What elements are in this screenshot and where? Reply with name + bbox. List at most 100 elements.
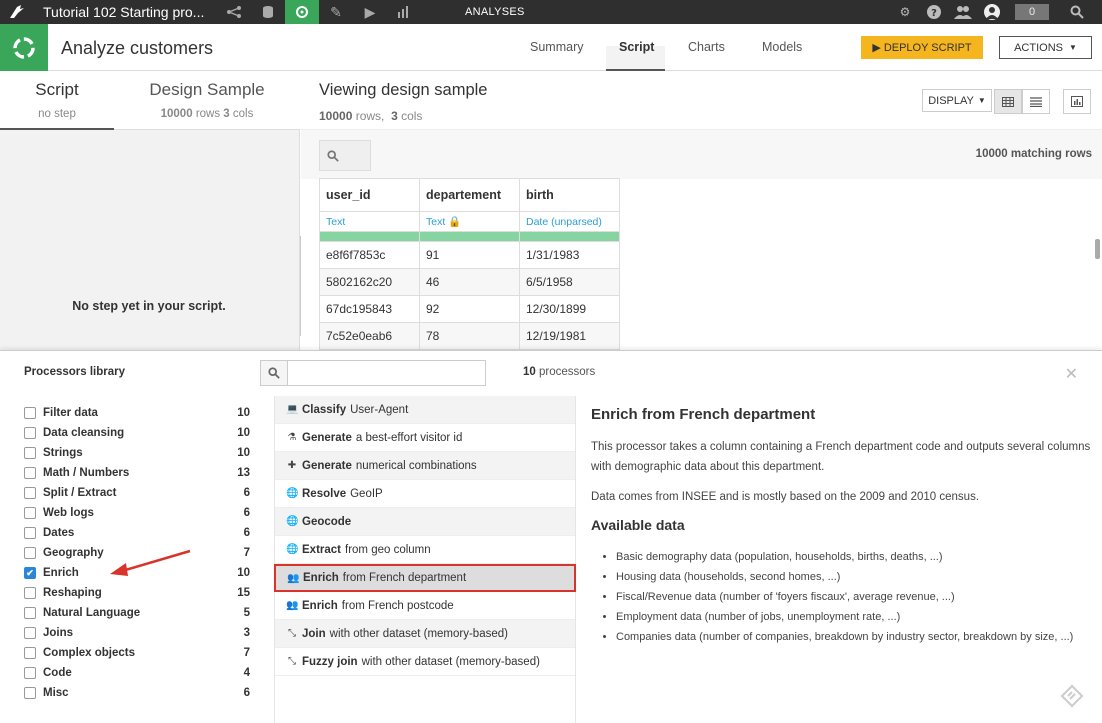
processor-item[interactable]: 👥 Enrich from French department (274, 564, 576, 592)
category-item[interactable]: Web logs 6 (24, 503, 250, 523)
table-cell[interactable]: e8f6f7853c (319, 241, 420, 269)
dashboard-bars-icon[interactable] (387, 0, 421, 24)
table-cell[interactable]: 12/30/1899 (519, 295, 620, 323)
tab-models[interactable]: Models (762, 40, 802, 54)
table-cell[interactable]: 12/19/1981 (519, 322, 620, 350)
category-item[interactable]: Data cleansing 10 (24, 423, 250, 443)
intercom-chat-icon[interactable] (1060, 684, 1084, 708)
table-cell[interactable]: 46 (419, 268, 520, 296)
category-checkbox[interactable] (24, 647, 36, 659)
processor-search-input[interactable] (288, 361, 485, 385)
category-item[interactable]: Reshaping 15 (24, 583, 250, 603)
table-cell[interactable]: 78 (419, 322, 520, 350)
category-item[interactable]: Natural Language 5 (24, 603, 250, 623)
category-checkbox[interactable] (24, 407, 36, 419)
category-checkbox[interactable] (24, 487, 36, 499)
list-view-button[interactable] (1022, 89, 1050, 114)
close-icon[interactable]: ✕ (1065, 364, 1078, 384)
category-checkbox[interactable] (24, 447, 36, 459)
processor-item[interactable]: 💻 Classify User-Agent (275, 396, 575, 424)
analyses-icon[interactable] (285, 0, 319, 24)
analysis-icon (0, 24, 48, 71)
column-meaning[interactable]: Text (319, 211, 420, 232)
processor-item[interactable]: 🌐 Resolve GeoIP (275, 480, 575, 508)
column-meaning[interactable]: Date (unparsed) (519, 211, 620, 232)
display-dropdown[interactable]: DISPLAY ▼ (922, 89, 992, 112)
processor-item[interactable]: ⤡ Fuzzy join with other dataset (memory-ba… (275, 648, 575, 676)
users-icon: 👥 (286, 600, 299, 611)
help-icon[interactable]: ? (925, 3, 943, 21)
run-play-icon[interactable]: ▶ (353, 0, 387, 24)
column-meaning[interactable]: Text 🔒 (419, 211, 520, 232)
tab-summary[interactable]: Summary (530, 40, 583, 54)
category-checkbox[interactable] (24, 527, 36, 539)
actions-button[interactable]: ACTIONS ▼ (999, 36, 1092, 59)
notebook-edit-icon[interactable]: ✎ (319, 0, 353, 24)
category-checkbox[interactable] (24, 547, 36, 559)
category-checkbox[interactable] (24, 587, 36, 599)
table-cell[interactable]: 67dc195843 (319, 295, 420, 323)
processor-item[interactable]: ⚗ Generate a best-effort visitor id (275, 424, 575, 452)
category-item[interactable]: Joins 3 (24, 623, 250, 643)
column-header[interactable]: departement (419, 178, 520, 212)
category-item[interactable]: Dates 6 (24, 523, 250, 543)
tab-charts[interactable]: Charts (688, 40, 725, 54)
category-item[interactable]: Filter data 10 (24, 403, 250, 423)
column-header[interactable]: birth (519, 178, 620, 212)
annotation-arrow-icon (110, 549, 191, 576)
processor-item[interactable]: 👥 Enrich from French postcode (275, 592, 575, 620)
vertical-scrollbar[interactable] (1095, 239, 1100, 259)
processor-item[interactable]: 🌐 Geocode (275, 508, 575, 536)
processor-description: Enrich from French department This proce… (591, 406, 1091, 647)
category-checkbox[interactable] (24, 667, 36, 679)
table-view-button[interactable] (994, 89, 1022, 114)
category-checkbox[interactable] (24, 507, 36, 519)
gear-icon[interactable]: ⚙ (896, 3, 914, 21)
users-icon[interactable] (954, 3, 972, 21)
category-item[interactable]: Complex objects 7 (24, 643, 250, 663)
table-search-button[interactable] (319, 140, 371, 171)
tab-script[interactable]: Script (619, 40, 654, 54)
flow-icon[interactable] (217, 0, 251, 24)
category-item[interactable]: Math / Numbers 13 (24, 463, 250, 483)
avatar[interactable] (983, 3, 1001, 21)
processor-label: from geo column (345, 543, 431, 556)
category-item[interactable]: Split / Extract 6 (24, 483, 250, 503)
table-cell[interactable]: 5802162c20 (319, 268, 420, 296)
processor-item[interactable]: ⤡ Join with other dataset (memory-based) (275, 620, 575, 648)
category-count: 10 (237, 447, 250, 459)
category-label: Filter data (43, 407, 98, 419)
project-name[interactable]: Tutorial 102 Starting pro... (43, 4, 204, 20)
processor-item[interactable]: ✚ Generate numerical combinations (275, 452, 575, 480)
category-item[interactable]: Code 4 (24, 663, 250, 683)
category-label: Natural Language (43, 607, 141, 619)
category-checkbox[interactable] (24, 467, 36, 479)
charts-view-button[interactable] (1063, 89, 1091, 114)
category-item[interactable]: Misc 6 (24, 683, 250, 703)
table-cell[interactable]: 1/31/1983 (519, 241, 620, 269)
plus-icon: ✚ (287, 460, 297, 471)
matching-rows-count: 10000 matching rows (975, 148, 1092, 160)
column-header[interactable]: user_id (319, 178, 420, 212)
category-checkbox[interactable]: ✔ (24, 567, 36, 579)
processor-item[interactable]: 🌐 Extract from geo column (275, 536, 575, 564)
table-cell[interactable]: 92 (419, 295, 520, 323)
table-cell[interactable]: 7c52e0eab6 (319, 322, 420, 350)
deploy-script-button[interactable]: ▶ DEPLOY SCRIPT (861, 36, 983, 59)
page-title: Analyze customers (61, 38, 214, 58)
category-item[interactable]: Strings 10 (24, 443, 250, 463)
tab-script-steps-sub: no step (38, 108, 76, 120)
processor-search[interactable] (260, 360, 486, 386)
dataiku-bird-logo-icon[interactable] (8, 4, 26, 20)
category-checkbox[interactable] (24, 687, 36, 699)
tab-design-sample[interactable]: Design Sample 10000 rows 3 cols (114, 71, 300, 130)
table-cell[interactable]: 6/5/1958 (519, 268, 620, 296)
tab-script-steps[interactable]: Script no step (0, 71, 114, 130)
notification-counter[interactable]: 0 (1015, 4, 1049, 20)
category-checkbox[interactable] (24, 607, 36, 619)
table-cell[interactable]: 91 (419, 241, 520, 269)
category-checkbox[interactable] (24, 427, 36, 439)
search-icon[interactable] (1068, 3, 1086, 21)
category-checkbox[interactable] (24, 627, 36, 639)
datasets-icon[interactable] (251, 0, 285, 24)
